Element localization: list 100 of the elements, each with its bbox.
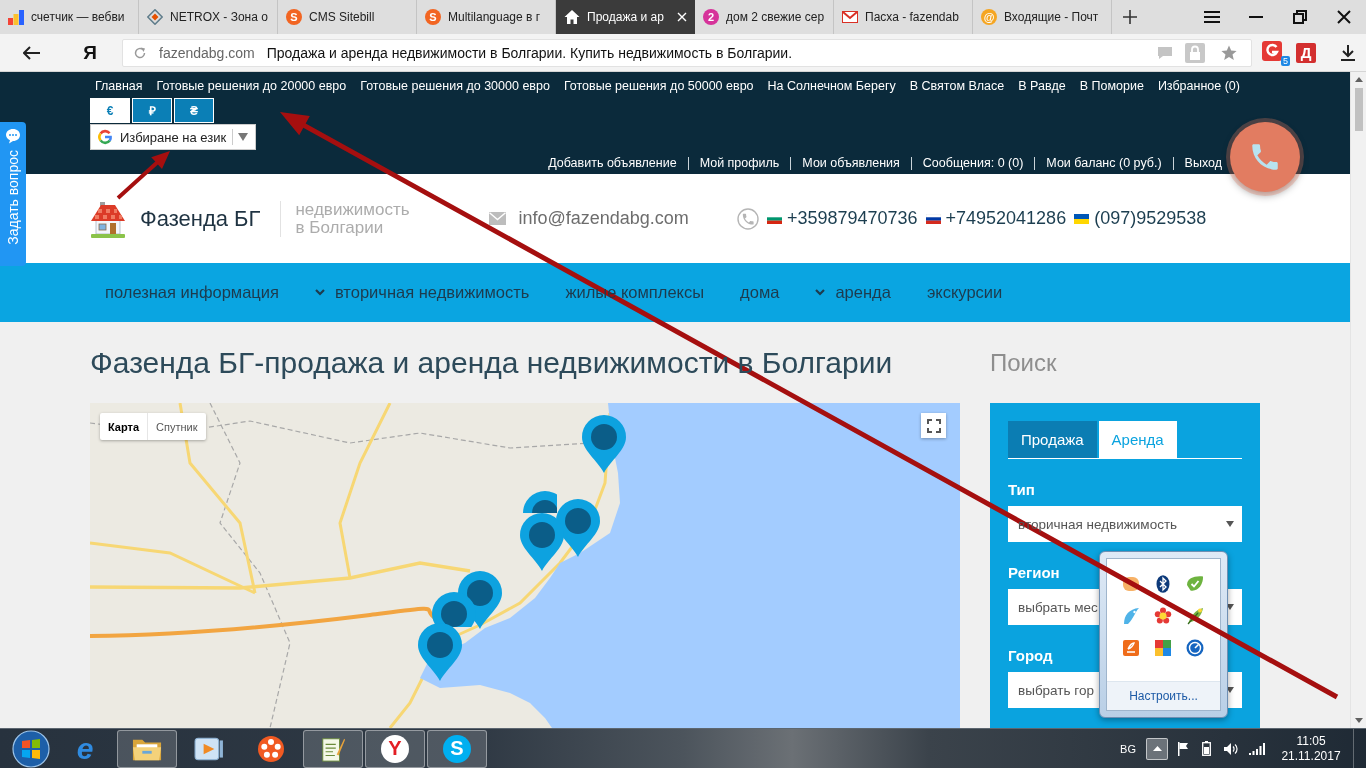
signal-bars-icon[interactable] — [1249, 742, 1265, 755]
flag-icon[interactable] — [1177, 741, 1189, 756]
menu-item[interactable]: полезная информация — [105, 283, 279, 302]
reload-icon — [133, 45, 147, 60]
account-link[interactable]: Мои объявления — [802, 156, 900, 170]
scrollbar-thumb[interactable] — [1354, 88, 1363, 131]
language-select[interactable]: Избиране на език — [90, 124, 256, 150]
show-hidden-icons-button[interactable] — [1146, 737, 1168, 760]
taskbar-button[interactable]: e — [55, 729, 115, 768]
close-icon — [1337, 10, 1351, 24]
house-logo-icon — [90, 199, 126, 238]
gauge-icon[interactable] — [1186, 639, 1204, 657]
scrollbar[interactable] — [1350, 72, 1366, 728]
map-pin-icon[interactable] — [418, 623, 462, 681]
logo-button[interactable]: Я — [78, 37, 102, 68]
nav-link[interactable]: Готовые решения до 20000 евро — [156, 78, 347, 93]
site-tagline: недвижимость в Болгарии — [295, 200, 411, 237]
bluetooth-icon[interactable] — [1154, 575, 1172, 593]
download-icon — [1341, 44, 1355, 61]
favicon-logo: S — [425, 9, 441, 25]
menu-item[interactable]: вторичная недвижимость — [314, 283, 530, 302]
annotation-arrow — [116, 151, 170, 200]
nav-link[interactable]: Главная — [95, 78, 143, 93]
star-icon[interactable] — [1221, 44, 1237, 61]
fullscreen-icon — [926, 418, 941, 433]
caret-icon — [238, 133, 249, 141]
orb-icon — [12, 729, 50, 768]
notification-badge: 5 — [1281, 56, 1290, 66]
email-link[interactable]: info@fazendabg.com — [518, 208, 689, 229]
mosaic-icon[interactable] — [1154, 639, 1172, 657]
speaker-icon[interactable] — [1223, 741, 1239, 756]
menu-item[interactable]: аренда — [815, 283, 891, 302]
taskbar-button[interactable] — [303, 729, 363, 768]
nav-link[interactable]: Готовые решения до 30000 евро — [360, 78, 550, 93]
menu-icon — [1204, 11, 1220, 23]
brand-name: Фазенда БГ — [140, 205, 261, 232]
battery-icon[interactable] — [1202, 741, 1211, 756]
menu-item[interactable]: дома — [740, 283, 780, 302]
taskbar-button[interactable] — [117, 729, 177, 768]
g-logo-icon — [97, 129, 113, 145]
phone-number: +359879470736 — [786, 208, 918, 229]
phone-icon — [736, 207, 759, 230]
account-link[interactable]: Выход — [1184, 156, 1222, 170]
field-label: Регион — [1008, 564, 1060, 582]
flower-icon[interactable] — [1154, 607, 1172, 625]
currency-button[interactable]: ₴ — [174, 98, 214, 123]
bar-chart-icon — [8, 9, 24, 25]
search-tab[interactable]: Продажа — [1008, 421, 1097, 458]
account-link[interactable]: Добавить объявление — [548, 156, 677, 170]
account-link[interactable]: Мой профиль — [699, 156, 780, 170]
app-logo: Y — [381, 734, 409, 763]
extension-icon — [1262, 41, 1282, 61]
account-link[interactable]: Сообщения: 0 (0) — [922, 156, 1024, 170]
account-link[interactable]: Мои баланс (0 руб.) — [1046, 156, 1162, 170]
address-bar[interactable]: fazendabg.com Продажа и аренда недвижимости в Болгарии. Купить недвижимость в Болгарии. — [122, 38, 1252, 67]
favicon-logo: S — [286, 9, 302, 25]
phone-number: +74952041286 — [945, 208, 1067, 229]
close-icon[interactable] — [677, 12, 687, 22]
minimize-icon — [1249, 16, 1263, 18]
menu-item[interactable]: экскурсии — [926, 283, 1003, 302]
field-label: Тип — [1008, 481, 1035, 499]
chat-bubble-icon — [5, 128, 21, 144]
taskbar-button[interactable]: Y — [365, 729, 425, 768]
nav-link[interactable]: Избранное (0) — [1157, 78, 1240, 93]
restore-icon — [1293, 10, 1307, 24]
flag-icon — [1074, 213, 1090, 224]
pen-tile-icon[interactable] — [1122, 639, 1140, 657]
map-pin-icon[interactable] — [582, 415, 626, 473]
currency-button[interactable]: € — [90, 98, 130, 123]
currency-button[interactable]: ₽ — [132, 98, 172, 123]
clock-button[interactable]: 11:05 21.11.2017 — [1279, 733, 1343, 764]
leaf-check-icon[interactable] — [1186, 575, 1204, 593]
map-type-button[interactable]: Спутник — [147, 413, 206, 440]
search-heading: Поиск — [990, 348, 1057, 378]
scroll-down-icon[interactable] — [1354, 718, 1363, 723]
nav-link[interactable]: В Святом Власе — [909, 78, 1005, 93]
back-arrow-icon — [23, 45, 41, 60]
film-reel-icon — [257, 734, 285, 763]
nav-link[interactable]: В Равде — [1018, 78, 1066, 93]
caret-up-icon — [1152, 746, 1162, 751]
home-icon — [564, 9, 580, 25]
nav-link[interactable]: В Поморие — [1079, 78, 1144, 93]
phone-number: (097)9529538 — [1094, 208, 1207, 229]
browser-tab[interactable]: Продажа и ар — [556, 0, 695, 34]
scroll-up-icon[interactable] — [1354, 77, 1363, 82]
map-pin-icon[interactable] — [556, 499, 600, 557]
favicon-logo: 2 — [703, 9, 719, 25]
extension-button[interactable]: Д — [1296, 42, 1316, 63]
plus-icon — [1123, 10, 1137, 24]
fullscreen-button[interactable] — [921, 413, 946, 438]
caret-icon — [1226, 521, 1234, 527]
nav-link[interactable]: На Солнечном Берегу — [767, 78, 896, 93]
map-type-button[interactable]: Карта — [100, 413, 148, 440]
start-button[interactable] — [9, 728, 53, 768]
extension-button[interactable]: 5 — [1262, 39, 1290, 66]
play-icon — [194, 735, 224, 762]
language-indicator[interactable]: BG — [1120, 742, 1136, 755]
favicon-logo: @ — [981, 9, 997, 25]
field-label: Город — [1008, 647, 1053, 665]
nav-link[interactable]: Готовые решения до 50000 евро — [563, 78, 754, 93]
